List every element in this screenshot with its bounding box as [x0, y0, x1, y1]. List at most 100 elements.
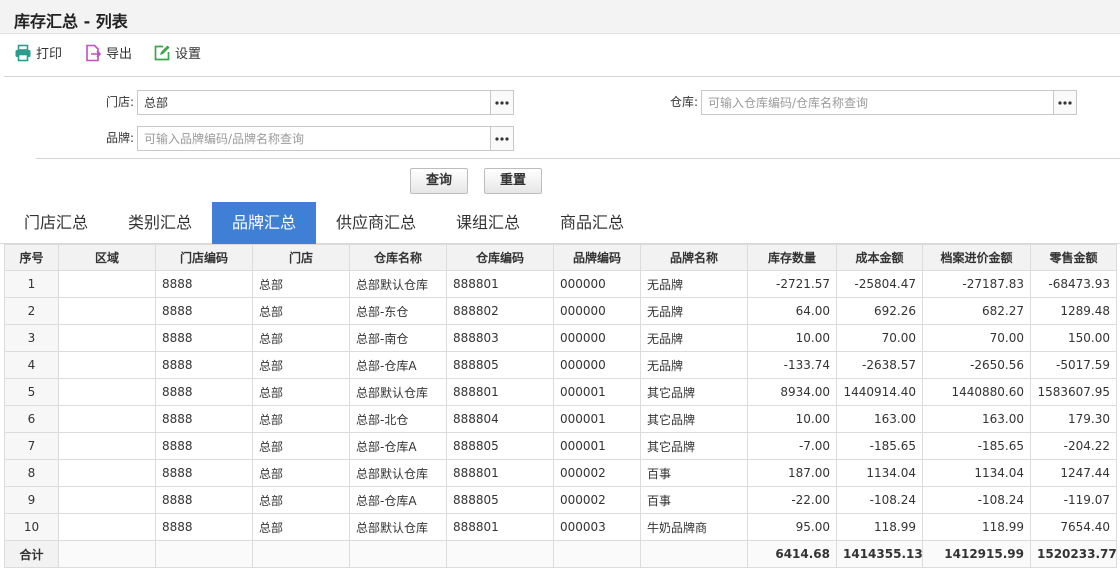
- cell-warehouse-name: 总部-仓库A: [349, 432, 447, 460]
- table-row[interactable]: 6 8888 总部 总部-北仓 888804 000001 其它品牌 10.00…: [4, 405, 1117, 433]
- cell-retail-amount: 7654.40: [1030, 513, 1117, 541]
- tab-brand-summary[interactable]: 品牌汇总: [212, 202, 316, 244]
- cell-archive-cost-amount: 163.00: [922, 405, 1031, 433]
- cell-store: 总部: [252, 432, 350, 460]
- table-row[interactable]: 7 8888 总部 总部-仓库A 888805 000001 其它品牌 -7.0…: [4, 432, 1117, 460]
- export-label: 导出: [106, 47, 133, 62]
- cell-region: [58, 270, 156, 298]
- total-empty-cell: [446, 540, 554, 568]
- total-stock-qty: 6414.68: [747, 540, 837, 568]
- table-row[interactable]: 5 8888 总部 总部默认仓库 888801 000001 其它品牌 8934…: [4, 378, 1117, 406]
- cell-warehouse-name: 总部-南仓: [349, 324, 447, 352]
- print-button[interactable]: 打印: [14, 44, 62, 64]
- cell-brand-name: 无品牌: [640, 297, 748, 325]
- export-button[interactable]: 导出: [84, 44, 132, 64]
- row-number: 1: [4, 270, 59, 298]
- brand-input[interactable]: [138, 127, 490, 150]
- table-row[interactable]: 4 8888 总部 总部-仓库A 888805 000000 无品牌 -133.…: [4, 351, 1117, 379]
- warehouse-input[interactable]: [702, 91, 1053, 114]
- tab-group-summary[interactable]: 课组汇总: [436, 202, 540, 244]
- cell-warehouse-name: 总部默认仓库: [349, 378, 447, 406]
- column-header[interactable]: 库存数量: [747, 244, 837, 271]
- column-header[interactable]: 成本金额: [836, 244, 923, 271]
- cell-store: 总部: [252, 378, 350, 406]
- total-empty-cell: [349, 540, 447, 568]
- cell-archive-cost-amount: -185.65: [922, 432, 1031, 460]
- cell-brand-code: 000000: [553, 351, 641, 379]
- cell-warehouse-name: 总部默认仓库: [349, 270, 447, 298]
- total-label: 合计: [4, 540, 59, 568]
- query-button[interactable]: 查询: [410, 168, 468, 194]
- cell-store: 总部: [252, 270, 350, 298]
- column-header[interactable]: 仓库名称: [349, 244, 447, 271]
- cell-stock-qty: -133.74: [747, 351, 837, 379]
- table-row[interactable]: 9 8888 总部 总部-仓库A 888805 000002 百事 -22.00…: [4, 486, 1117, 514]
- cell-warehouse-code: 888805: [446, 432, 554, 460]
- cell-cost-amount: 163.00: [836, 405, 923, 433]
- column-header[interactable]: 仓库编码: [446, 244, 554, 271]
- warehouse-more-button[interactable]: [1053, 91, 1076, 114]
- cell-warehouse-code: 888805: [446, 486, 554, 514]
- cell-store: 总部: [252, 351, 350, 379]
- cell-warehouse-code: 888802: [446, 297, 554, 325]
- page-title: 库存汇总 - 列表: [14, 12, 128, 31]
- settings-button[interactable]: 设置: [153, 44, 201, 64]
- cell-cost-amount: 118.99: [836, 513, 923, 541]
- total-archive-cost-amount: 1412915.99: [922, 540, 1031, 568]
- cell-warehouse-code: 888801: [446, 459, 554, 487]
- cell-archive-cost-amount: -2650.56: [922, 351, 1031, 379]
- row-number: 8: [4, 459, 59, 487]
- store-more-button[interactable]: [490, 91, 513, 114]
- total-empty-cell: [553, 540, 641, 568]
- tab-category-summary[interactable]: 类别汇总: [108, 202, 212, 244]
- table-row[interactable]: 10 8888 总部 总部默认仓库 888801 000003 牛奶品牌商 95…: [4, 513, 1117, 541]
- column-header[interactable]: 门店编码: [155, 244, 253, 271]
- column-header[interactable]: 零售金额: [1030, 244, 1117, 271]
- cell-warehouse-code: 888804: [446, 405, 554, 433]
- reset-button[interactable]: 重置: [484, 168, 542, 194]
- cell-warehouse-code: 888801: [446, 378, 554, 406]
- cell-region: [58, 405, 156, 433]
- cell-retail-amount: 150.00: [1030, 324, 1117, 352]
- cell-retail-amount: 1247.44: [1030, 459, 1117, 487]
- cell-brand-code: 000002: [553, 486, 641, 514]
- cell-warehouse-name: 总部-北仓: [349, 405, 447, 433]
- cell-brand-name: 其它品牌: [640, 432, 748, 460]
- table-row[interactable]: 2 8888 总部 总部-东仓 888802 000000 无品牌 64.00 …: [4, 297, 1117, 325]
- cell-stock-qty: -22.00: [747, 486, 837, 514]
- column-header[interactable]: 档案进价金额: [922, 244, 1031, 271]
- cell-stock-qty: 95.00: [747, 513, 837, 541]
- row-number: 9: [4, 486, 59, 514]
- cell-store-code: 8888: [155, 459, 253, 487]
- column-header[interactable]: 序号: [4, 244, 59, 271]
- cell-brand-name: 其它品牌: [640, 378, 748, 406]
- table-row[interactable]: 3 8888 总部 总部-南仓 888803 000000 无品牌 10.00 …: [4, 324, 1117, 352]
- row-number: 4: [4, 351, 59, 379]
- cell-warehouse-code: 888801: [446, 513, 554, 541]
- brand-more-button[interactable]: [490, 127, 513, 150]
- row-number: 3: [4, 324, 59, 352]
- toolbar: 打印 导出 设置: [0, 34, 1120, 76]
- column-header[interactable]: 区域: [58, 244, 156, 271]
- tab-product-summary[interactable]: 商品汇总: [540, 202, 644, 244]
- tab-store-summary[interactable]: 门店汇总: [4, 202, 108, 244]
- column-header[interactable]: 品牌名称: [640, 244, 748, 271]
- table-row[interactable]: 1 8888 总部 总部默认仓库 888801 000000 无品牌 -2721…: [4, 270, 1117, 298]
- cell-retail-amount: -119.07: [1030, 486, 1117, 514]
- cell-region: [58, 459, 156, 487]
- tab-supplier-summary[interactable]: 供应商汇总: [316, 202, 436, 244]
- cell-brand-name: 百事: [640, 459, 748, 487]
- cell-brand-name: 无品牌: [640, 324, 748, 352]
- store-input[interactable]: [138, 91, 490, 114]
- table-row[interactable]: 8 8888 总部 总部默认仓库 888801 000002 百事 187.00…: [4, 459, 1117, 487]
- cell-brand-name: 无品牌: [640, 351, 748, 379]
- total-empty-cell: [58, 540, 156, 568]
- export-file-icon: [84, 44, 102, 62]
- column-header[interactable]: 门店: [252, 244, 350, 271]
- column-header[interactable]: 品牌编码: [553, 244, 641, 271]
- cell-stock-qty: 64.00: [747, 297, 837, 325]
- cell-retail-amount: -204.22: [1030, 432, 1117, 460]
- cell-stock-qty: -7.00: [747, 432, 837, 460]
- cell-archive-cost-amount: 682.27: [922, 297, 1031, 325]
- total-row: 合计 6414.68 1414355.13 1412915.99 1520233…: [4, 540, 1117, 568]
